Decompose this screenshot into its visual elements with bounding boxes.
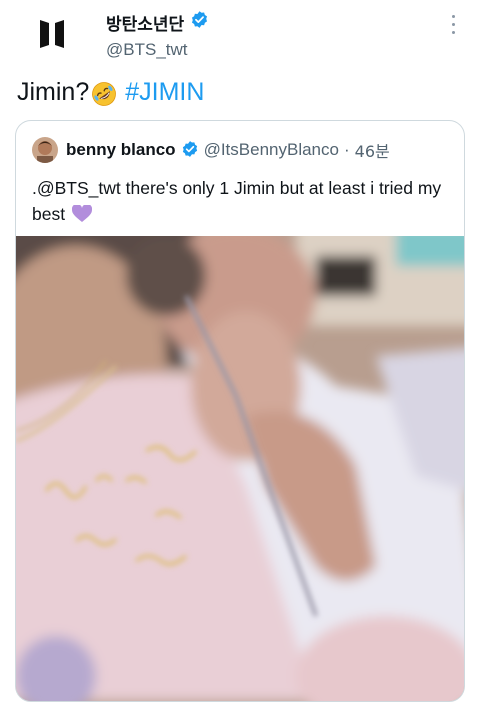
quoted-tweet-text: .@BTS_twt there's only 1 Jimin but at le… xyxy=(32,175,452,227)
hashtag-link[interactable]: #JIMIN xyxy=(125,78,204,107)
more-dots-icon[interactable] xyxy=(448,12,458,36)
quoted-author-avatar[interactable] xyxy=(32,137,58,163)
tweet-text-body: Jimin? xyxy=(17,78,90,106)
author-display-name[interactable]: 방탄소년단 xyxy=(106,10,184,35)
author-handle[interactable]: @BTS_twt xyxy=(106,40,209,60)
quoted-author-handle[interactable]: @ItsBennyBlanco xyxy=(204,140,339,160)
quoted-author-name[interactable]: benny blanco xyxy=(66,140,176,160)
quoted-tweet-body: .@BTS_twt there's only 1 Jimin but at le… xyxy=(32,178,442,224)
purple-heart-icon xyxy=(71,203,93,222)
bts-logo-icon[interactable] xyxy=(30,12,74,56)
quoted-tweet-card[interactable]: benny blanco @ItsBennyBlanco · 46분 .@BTS… xyxy=(15,120,465,702)
author-block[interactable]: 방탄소년단 @BTS_twt xyxy=(106,10,209,60)
quoted-tweet-header: benny blanco @ItsBennyBlanco · 46분 xyxy=(32,137,390,163)
rolling-on-floor-laughing-icon xyxy=(91,81,117,107)
tweet-text: Jimin? #JIMIN xyxy=(17,78,204,107)
verified-badge-icon xyxy=(190,10,209,34)
quoted-timestamp[interactable]: 46분 xyxy=(355,138,390,162)
verified-badge-icon xyxy=(181,140,199,160)
quoted-tweet-photo[interactable] xyxy=(16,216,464,701)
separator-dot: · xyxy=(343,140,350,159)
